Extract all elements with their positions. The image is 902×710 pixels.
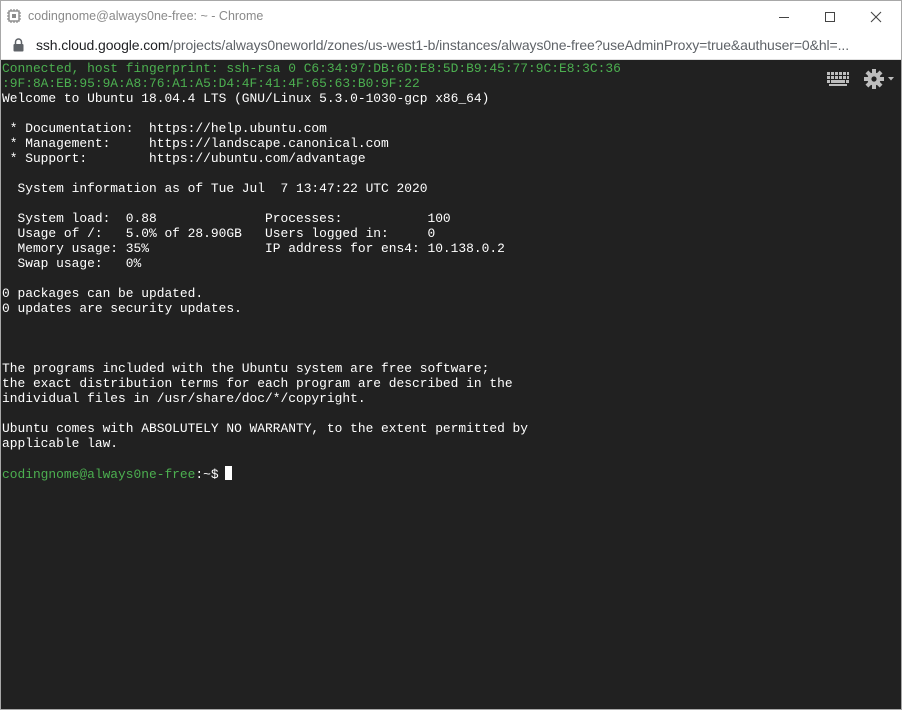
fingerprint-line: :9F:8A:EB:95:9A:A8:76:A1:A5:D4:4F:41:4F:… [2,76,420,91]
terminal-line: Welcome to Ubuntu 18.04.4 LTS (GNU/Linux… [2,91,490,106]
url-path: /projects/always0neworld/zones/us-west1-… [169,37,849,53]
terminal-line: System load: 0.88 Processes: 100 [2,211,451,226]
terminal-line: 0 updates are security updates. [2,301,242,316]
address-bar[interactable]: ssh.cloud.google.com/projects/always0new… [1,32,901,60]
terminal-line: applicable law. [2,436,119,451]
terminal-output: Connected, host fingerprint: ssh-rsa 0 C… [2,61,621,482]
close-button[interactable] [853,1,899,32]
terminal-line: * Management: https://landscape.canonica… [2,136,389,151]
close-icon [870,11,882,22]
title-bar: codingnome@always0ne-free: ~ - Chrome [1,1,901,32]
gear-icon [864,69,894,89]
keyboard-icon [827,72,849,86]
url-host: ssh.cloud.google.com [36,37,170,53]
terminal-line: The programs included with the Ubuntu sy… [2,361,490,376]
terminal-line: System information as of Tue Jul 7 13:47… [2,181,428,196]
terminal-line: Memory usage: 35% IP address for ens4: 1… [2,241,505,256]
keyboard-button[interactable] [826,68,850,90]
terminal-line: Usage of /: 5.0% of 28.90GB Users logged… [2,226,436,241]
minimize-icon [779,16,789,18]
prompt-user-host: codingnome@always0ne-free [2,467,196,482]
url-text[interactable]: ssh.cloud.google.com/projects/always0new… [36,37,888,53]
terminal-line: Ubuntu comes with ABSOLUTELY NO WARRANTY… [2,421,529,436]
fingerprint-line: Connected, host fingerprint: ssh-rsa 0 C… [2,61,621,76]
shell-prompt[interactable]: codingnome@always0ne-free:~$ [2,466,621,482]
terminal[interactable]: Connected, host fingerprint: ssh-rsa 0 C… [1,60,901,709]
maximize-icon [825,11,835,22]
lock-icon[interactable] [13,38,24,52]
terminal-line: the exact distribution terms for each pr… [2,376,513,391]
maximize-button[interactable] [807,1,853,32]
minimize-button[interactable] [761,1,807,32]
terminal-line: * Documentation: https://help.ubuntu.com [2,121,327,136]
terminal-cursor [224,466,232,480]
terminal-line: individual files in /usr/share/doc/*/cop… [2,391,366,406]
settings-button[interactable] [863,68,895,90]
prompt-path: :~$ [195,467,219,482]
terminal-line: 0 packages can be updated. [2,286,204,301]
terminal-line: * Support: https://ubuntu.com/advantage [2,151,366,166]
window-title: codingnome@always0ne-free: ~ - Chrome [28,9,264,23]
browser-window: codingnome@always0ne-free: ~ - Chrome ss… [0,0,902,710]
terminal-line: Swap usage: 0% [2,256,142,271]
chrome-app-icon [7,9,21,23]
